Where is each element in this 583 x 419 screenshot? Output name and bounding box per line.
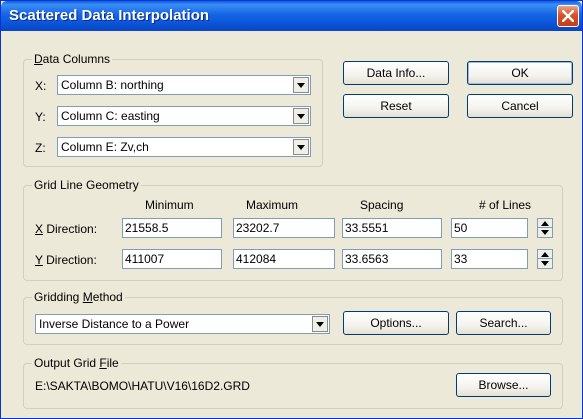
z-column-select[interactable]: Column E: Zv,ch [57, 137, 311, 157]
data-info-button[interactable]: Data Info... [343, 61, 449, 85]
gridding-method-legend-b: ethod [92, 290, 123, 304]
spin-up-icon[interactable] [538, 250, 552, 259]
z-column-value: Column E: Zv,ch [61, 140, 149, 154]
x-column-select[interactable]: Column B: northing [57, 75, 311, 95]
y-direction-label: Y Direction: [35, 253, 97, 267]
x-maximum-input[interactable]: 23202.7 [233, 218, 335, 238]
search-button[interactable]: Search... [456, 311, 551, 335]
browse-label: Browse... [478, 378, 529, 392]
output-grid-file-legend-a: Output Grid [34, 356, 100, 370]
close-button[interactable] [557, 5, 579, 27]
title-bar[interactable]: Scattered Data Interpolation [1, 1, 582, 31]
spacing-header: Spacing [360, 198, 404, 212]
x-minimum-input[interactable]: 21558.5 [122, 218, 222, 238]
x-column-value: Column B: northing [61, 78, 164, 92]
x-column-label: X: [35, 79, 47, 93]
options-label: Options... [370, 316, 422, 330]
spin-up-icon[interactable] [538, 219, 552, 228]
search-label: Search... [479, 316, 528, 330]
gridding-method-select[interactable]: Inverse Distance to a Power [35, 314, 330, 334]
gridding-method-legend-a: Gridding [34, 290, 83, 304]
lines-header: # of Lines [479, 198, 532, 212]
cancel-label: Cancel [501, 99, 539, 113]
reset-button[interactable]: Reset [343, 94, 449, 118]
gridding-method-value: Inverse Distance to a Power [39, 317, 190, 331]
ok-button[interactable]: OK [467, 61, 573, 85]
y-spacing-input[interactable]: 33.6563 [342, 249, 442, 269]
data-info-label: Data Info... [366, 66, 426, 80]
maximum-header: Maximum [246, 198, 299, 212]
x-direction-label-rest: Direction: [43, 222, 98, 236]
grid-geometry-legend: Grid Line Geometry [32, 178, 141, 192]
output-grid-file-legend-b: ile [106, 356, 119, 370]
chevron-down-icon[interactable] [293, 77, 309, 93]
output-grid-file-legend: Output Grid File [32, 356, 121, 370]
window-title: Scattered Data Interpolation [9, 7, 210, 24]
x-spacing-input[interactable]: 33.5551 [342, 218, 442, 238]
x-lines-spinner[interactable] [537, 218, 553, 238]
gridding-method-legend: Gridding Method [32, 290, 125, 304]
minimum-header: Minimum [145, 198, 194, 212]
x-lines-input[interactable]: 50 [451, 218, 528, 238]
chevron-down-icon[interactable] [293, 108, 309, 124]
y-column-select[interactable]: Column C: easting [57, 106, 311, 126]
reset-label: Reset [380, 99, 412, 113]
z-column-label: Z: [35, 141, 46, 155]
browse-button[interactable]: Browse... [456, 373, 551, 397]
data-columns-legend-rest: ata Columns [42, 52, 111, 66]
y-lines-input[interactable]: 33 [451, 249, 528, 269]
y-minimum-input[interactable]: 411007 [122, 249, 222, 269]
close-icon [562, 10, 574, 22]
options-button[interactable]: Options... [343, 311, 449, 335]
y-direction-label-rest: Direction: [42, 253, 97, 267]
chevron-down-icon[interactable] [293, 139, 309, 155]
chevron-down-icon[interactable] [312, 316, 328, 332]
cancel-button[interactable]: Cancel [467, 94, 573, 118]
ok-label: OK [511, 66, 529, 80]
spin-down-icon[interactable] [538, 259, 552, 268]
y-maximum-input[interactable]: 412084 [233, 249, 335, 269]
output-file-path: E:\SAKTA\BOMO\HATU\V16\16D2.GRD [35, 379, 250, 393]
spin-down-icon[interactable] [538, 228, 552, 237]
y-column-value: Column C: easting [61, 109, 160, 123]
data-columns-legend: Data Columns [32, 52, 113, 66]
y-column-label: Y: [35, 110, 46, 124]
dialog-window: Scattered Data Interpolation Data Column… [0, 0, 583, 419]
y-lines-spinner[interactable] [537, 249, 553, 269]
x-direction-label: X Direction: [35, 222, 98, 236]
